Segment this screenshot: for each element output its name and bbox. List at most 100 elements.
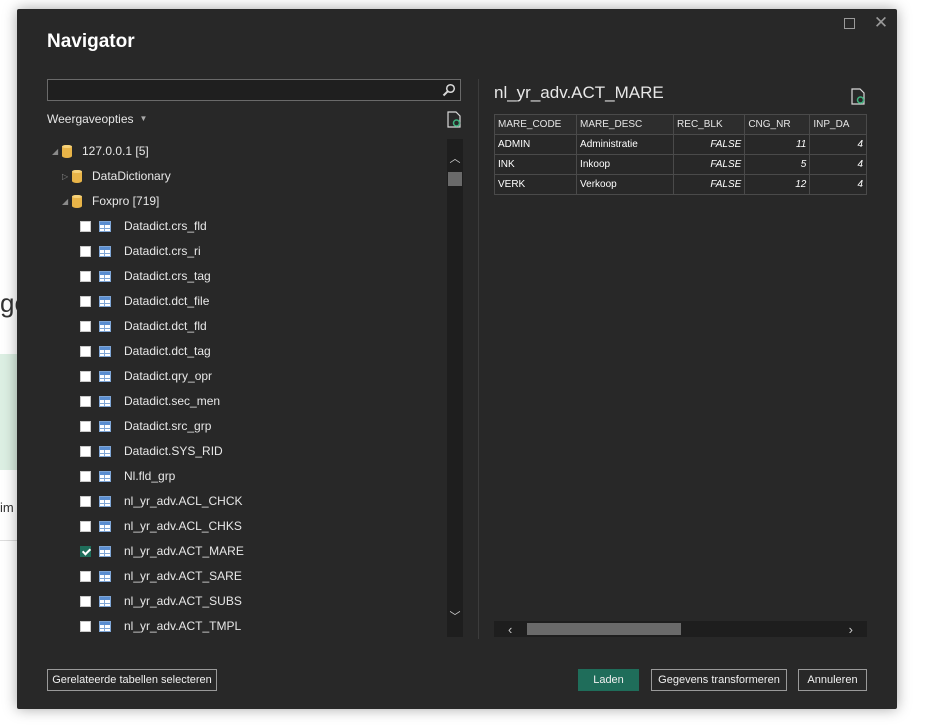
- load-button[interactable]: Laden: [578, 669, 639, 691]
- refresh-icon[interactable]: [447, 111, 461, 128]
- maximize-button[interactable]: [841, 15, 857, 31]
- preview-horizontal-scrollbar[interactable]: ‹ ›: [494, 621, 867, 637]
- table-cell: 5: [744, 154, 811, 175]
- scrollbar-thumb[interactable]: [448, 172, 462, 186]
- table-checkbox[interactable]: [80, 520, 91, 532]
- table-cell: Administratie: [576, 134, 675, 155]
- table-icon: [99, 245, 111, 257]
- tree-table-item[interactable]: Datadict.src_grp: [80, 414, 211, 438]
- table-icon: [99, 295, 111, 307]
- scroll-left-icon[interactable]: ‹: [508, 622, 512, 637]
- table-row: INK Inkoop FALSE 5 4: [494, 154, 867, 175]
- tree-table-label: Datadict.crs_tag: [124, 269, 211, 283]
- table-cell: VERK: [494, 174, 578, 195]
- table-row: VERK Verkoop FALSE 12 4: [494, 174, 867, 195]
- dialog-title: Navigator: [47, 31, 135, 52]
- tree-node-label: Foxpro [719]: [92, 194, 160, 208]
- table-icon: [99, 570, 111, 582]
- table-cell: ADMIN: [494, 134, 578, 155]
- scroll-up-icon[interactable]: ︿: [449, 154, 461, 165]
- search-input[interactable]: [47, 79, 461, 101]
- scrollbar-thumb[interactable]: [527, 623, 681, 635]
- select-related-tables-button[interactable]: Gerelateerde tabellen selecteren: [47, 669, 217, 691]
- tree-node-server[interactable]: ◢ 127.0.0.1 [5]: [52, 139, 149, 163]
- tree-node-foxpro[interactable]: ◢ Foxpro [719]: [62, 189, 159, 213]
- collapse-arrow-icon[interactable]: ◢: [52, 147, 62, 156]
- table-checkbox[interactable]: [80, 295, 91, 307]
- column-header: INP_DA: [809, 114, 867, 135]
- table-checkbox[interactable]: [80, 320, 91, 332]
- tree-node-label: 127.0.0.1 [5]: [82, 144, 149, 158]
- tree-table-label: Datadict.crs_fld: [124, 219, 207, 233]
- tree-table-item[interactable]: Datadict.sec_men: [80, 389, 220, 413]
- table-checkbox[interactable]: [80, 420, 91, 432]
- table-cell: FALSE: [673, 134, 746, 155]
- expand-arrow-icon[interactable]: ▷: [62, 172, 72, 181]
- refresh-preview-icon[interactable]: [851, 88, 865, 105]
- table-checkbox[interactable]: [80, 445, 91, 457]
- maximize-icon: [843, 18, 855, 29]
- tree-table-item[interactable]: nl_yr_adv.ACT_TMPL: [80, 614, 241, 637]
- table-checkbox[interactable]: [80, 245, 91, 257]
- table-icon: [99, 620, 111, 632]
- tree-table-label: nl_yr_adv.ACT_TMPL: [124, 619, 242, 633]
- column-header: MARE_DESC: [576, 114, 675, 135]
- table-checkbox[interactable]: [80, 395, 91, 407]
- tree-table-label: Datadict.src_grp: [124, 419, 212, 433]
- search-icon[interactable]: [442, 83, 456, 97]
- table-checkbox[interactable]: [80, 345, 91, 357]
- table-icon: [99, 220, 111, 232]
- tree-table-item[interactable]: nl_yr_adv.ACL_CHCK: [80, 489, 243, 513]
- tree-table-item[interactable]: Datadict.qry_opr: [80, 364, 212, 388]
- tree-table-item[interactable]: Datadict.dct_fld: [80, 314, 207, 338]
- tree-node-datadictionary[interactable]: ▷ DataDictionary: [62, 164, 171, 188]
- scroll-right-icon[interactable]: ›: [849, 622, 853, 637]
- table-checkbox[interactable]: [80, 470, 91, 482]
- table-checkbox[interactable]: [80, 545, 91, 557]
- collapse-arrow-icon[interactable]: ◢: [62, 197, 72, 206]
- tree-table-item[interactable]: Datadict.SYS_RID: [80, 439, 223, 463]
- tree-table-label: nl_yr_adv.ACL_CHCK: [124, 494, 243, 508]
- display-options-dropdown[interactable]: Weergaveopties ▼: [47, 112, 147, 126]
- table-cell: 11: [744, 134, 811, 155]
- column-header: MARE_CODE: [494, 114, 578, 135]
- tree-table-item[interactable]: Datadict.dct_file: [80, 289, 209, 313]
- cancel-button[interactable]: Annuleren: [798, 669, 867, 691]
- table-icon: [99, 520, 111, 532]
- tree-table-item[interactable]: nl_yr_adv.ACT_SUBS: [80, 589, 242, 613]
- tree-table-item[interactable]: Datadict.crs_fld: [80, 214, 207, 238]
- transform-data-button[interactable]: Gegevens transformeren: [651, 669, 787, 691]
- tree-table-item[interactable]: Datadict.crs_tag: [80, 264, 211, 288]
- tree-table-item[interactable]: Datadict.dct_tag: [80, 339, 211, 363]
- table-checkbox[interactable]: [80, 595, 91, 607]
- table-cell: 12: [744, 174, 811, 195]
- close-button[interactable]: ✕: [873, 14, 889, 31]
- table-cell: 4: [809, 154, 867, 175]
- tree-table-item[interactable]: Datadict.crs_ri: [80, 239, 201, 263]
- tree-table-label: nl_yr_adv.ACT_SUBS: [124, 594, 242, 608]
- table-checkbox[interactable]: [80, 220, 91, 232]
- table-cell: FALSE: [673, 174, 746, 195]
- scroll-down-icon[interactable]: ﹀: [449, 612, 461, 623]
- table-cell: INK: [494, 154, 578, 175]
- table-checkbox[interactable]: [80, 495, 91, 507]
- tree-table-item[interactable]: Nl.fld_grp: [80, 464, 175, 488]
- table-cell: 4: [809, 174, 867, 195]
- tree-vertical-scrollbar[interactable]: ︿ ﹀: [447, 139, 463, 637]
- panel-divider: [478, 79, 479, 639]
- table-checkbox[interactable]: [80, 370, 91, 382]
- table-icon: [99, 545, 111, 557]
- tree-table-label: Datadict.dct_fld: [124, 319, 207, 333]
- table-icon: [99, 595, 111, 607]
- background-app-text-2: im: [0, 500, 14, 515]
- table-checkbox[interactable]: [80, 620, 91, 632]
- tree-table-item[interactable]: nl_yr_adv.ACL_CHKS: [80, 514, 242, 538]
- tree-table-item[interactable]: nl_yr_adv.ACT_SARE: [80, 564, 242, 588]
- table-row: ADMIN Administratie FALSE 11 4: [494, 134, 867, 155]
- table-checkbox[interactable]: [80, 270, 91, 282]
- tree-table-label: Datadict.dct_file: [124, 294, 210, 308]
- table-checkbox[interactable]: [80, 570, 91, 582]
- tree-table-item[interactable]: nl_yr_adv.ACT_MARE: [80, 539, 244, 563]
- database-icon: [72, 194, 82, 208]
- table-icon: [99, 420, 111, 432]
